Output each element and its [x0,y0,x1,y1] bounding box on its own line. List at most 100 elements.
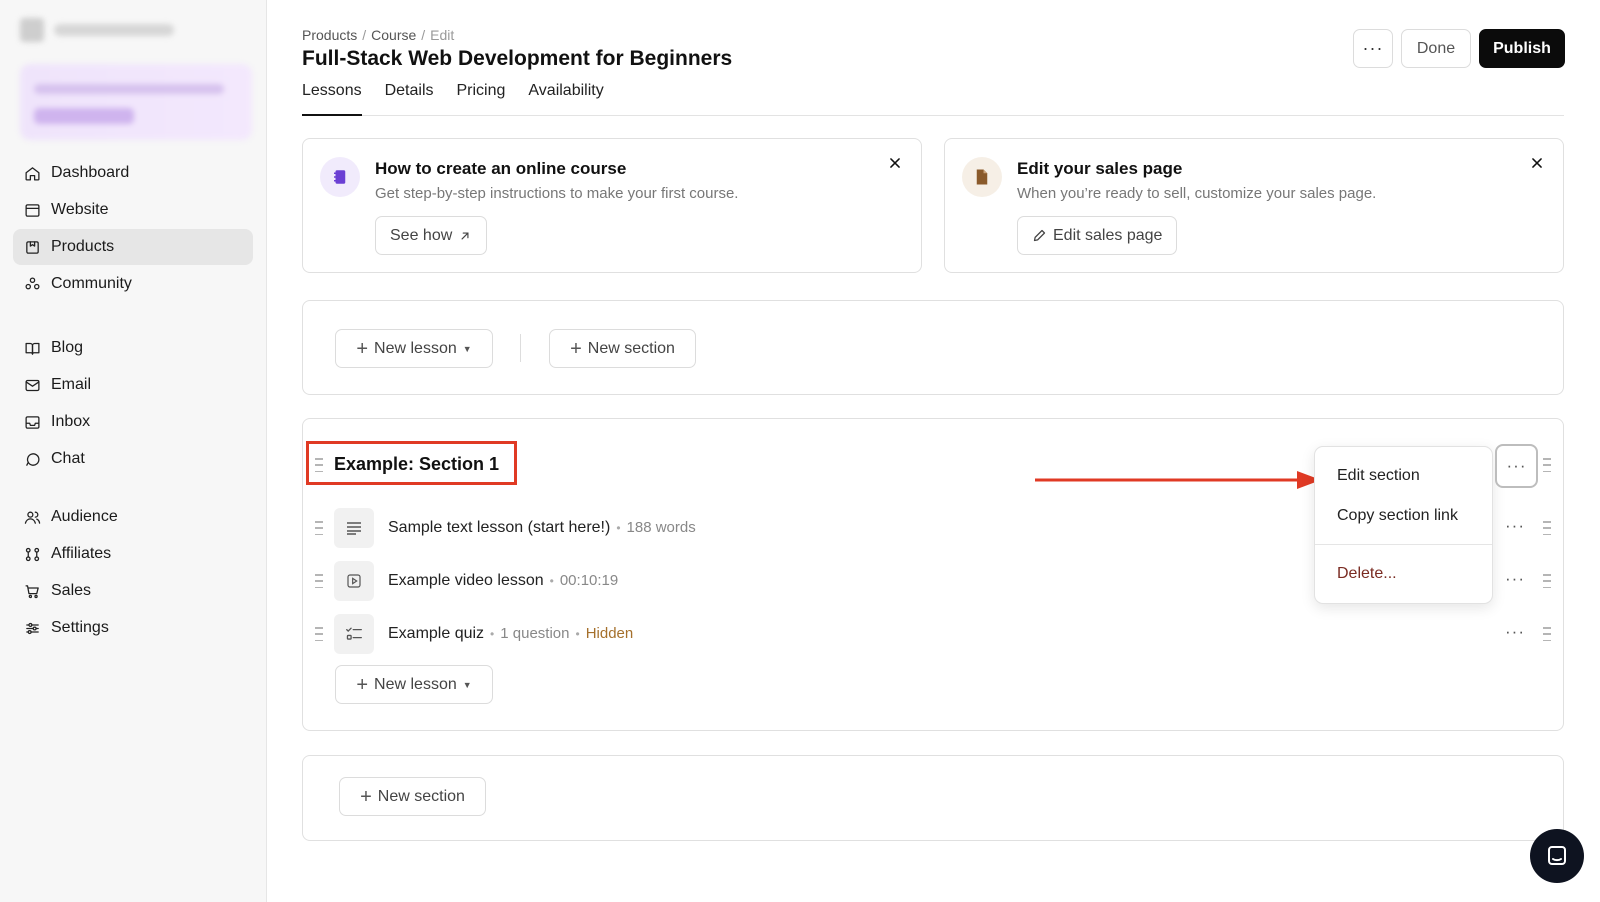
sidebar-item-products[interactable]: Products [13,229,253,265]
row-more-button[interactable]: ··· [1505,569,1525,589]
tab-pricing[interactable]: Pricing [457,80,506,116]
mail-icon [23,376,41,394]
sidebar-item-inbox[interactable]: Inbox [13,404,253,440]
account-switcher-blurred[interactable] [20,18,174,42]
more-options-button[interactable]: ··· [1353,29,1393,68]
lesson-row[interactable]: Example quiz • 1 question • Hidden ··· [303,612,1563,656]
breadcrumb-current: Edit [430,27,455,43]
drag-handle-icon[interactable] [1542,627,1552,641]
promo-banner-blurred[interactable] [20,64,252,140]
tab-availability[interactable]: Availability [528,80,603,116]
section-title: Example: Section 1 [334,454,500,474]
sidebar-item-website[interactable]: Website [13,192,253,228]
sidebar-item-chat[interactable]: Chat [13,441,253,477]
publish-button[interactable]: Publish [1479,29,1565,68]
drag-handle-icon[interactable] [314,458,324,472]
sidebar-item-email[interactable]: Email [13,367,253,403]
lesson-name: Sample text lesson (start here!) [388,519,611,536]
close-icon[interactable] [883,151,907,175]
see-how-label: See how [390,226,453,244]
sidebar-item-label: Settings [51,619,109,636]
breadcrumb-separator: / [362,27,367,43]
chat-bubble-icon [23,450,41,468]
drag-handle-icon[interactable] [1542,521,1552,535]
breadcrumb: Products / Course / Edit [302,27,454,43]
sidebar-nav-primary: Dashboard Website Products Community [13,155,253,302]
edit-sales-page-button[interactable]: Edit sales page [1017,216,1178,255]
plus-icon: + [570,337,582,360]
sidebar-item-blog[interactable]: Blog [13,330,253,366]
hidden-status-tag: Hidden [585,625,634,642]
row-more-button[interactable]: ··· [1505,516,1525,536]
drag-handle-icon[interactable] [314,574,324,588]
breadcrumb-products[interactable]: Products [302,27,357,43]
edit-sales-page-label: Edit sales page [1053,226,1163,244]
menu-item-delete[interactable]: Delete... [1337,565,1397,583]
breadcrumb-course[interactable]: Course [371,27,416,43]
dot-separator: • [549,574,554,588]
plus-icon: + [360,785,372,808]
drag-handle-icon[interactable] [314,627,324,641]
account-logo [20,18,44,42]
see-how-button[interactable]: See how [375,216,488,255]
new-section-button[interactable]: + New section [549,329,696,368]
sidebar-item-label: Blog [51,339,84,356]
text-lines-icon [334,508,374,548]
sidebar-item-settings[interactable]: Settings [13,610,253,646]
pencil-icon [1033,229,1046,242]
new-section-label: New section [377,787,465,805]
sidebar-nav-content: Blog Email Inbox Chat [13,330,253,477]
annotation-arrow [1035,471,1321,489]
new-section-label: New section [587,339,675,357]
page-title: Full-Stack Web Development for Beginners [302,47,733,70]
sidebar: Dashboard Website Products Community Blo… [0,0,267,902]
sliders-icon [23,619,41,637]
tab-lessons[interactable]: Lessons [302,80,362,116]
menu-item-copy-section-link[interactable]: Copy section link [1337,507,1458,525]
new-lesson-label: New lesson [374,339,457,357]
sales-page-card: Edit your sales page When you’re ready t… [944,138,1564,273]
support-chat-launcher[interactable] [1530,829,1584,883]
drag-handle-icon[interactable] [1542,574,1552,588]
section-more-button[interactable]: ··· [1495,444,1538,488]
new-lesson-dropdown-button[interactable]: + New lesson ▼ [335,329,493,368]
tab-details[interactable]: Details [385,80,434,116]
drag-handle-icon[interactable] [1542,458,1552,472]
dot-separator: • [616,521,621,535]
lesson-title-line: Example quiz • 1 question • Hidden [388,625,633,643]
sidebar-item-dashboard[interactable]: Dashboard [13,155,253,191]
browser-icon [23,201,41,219]
row-more-button[interactable]: ··· [1505,622,1525,642]
lesson-actions-card: + New lesson ▼ + New section [302,300,1564,395]
tab-bar: Lessons Details Pricing Availability [302,80,1564,116]
card-title: Edit your sales page [1017,159,1183,178]
header-actions: ··· Done Publish [1353,29,1565,68]
sidebar-item-affiliates[interactable]: Affiliates [13,536,253,572]
account-name-blurred [54,24,174,36]
menu-item-edit-section[interactable]: Edit section [1337,467,1420,485]
new-lesson-label: New lesson [374,675,457,693]
sidebar-item-sales[interactable]: Sales [13,573,253,609]
dot-separator: • [490,627,495,641]
divider [520,334,521,362]
menu-divider [1315,544,1492,545]
drag-handle-icon[interactable] [314,521,324,535]
new-lesson-dropdown-button[interactable]: + New lesson ▼ [335,665,493,704]
promo-button-blurred [34,108,134,124]
lesson-name: Example video lesson [388,572,544,589]
new-section-button[interactable]: + New section [339,777,486,816]
chat-window-icon [1548,846,1566,865]
home-icon [23,164,41,182]
sidebar-item-label: Website [51,201,109,218]
sidebar-nav-business: Audience Affiliates Sales Settings [13,499,253,646]
quiz-icon [334,614,374,654]
lesson-meta: 188 words [626,519,696,536]
plus-icon: + [356,673,369,696]
sidebar-item-label: Email [51,376,92,393]
sidebar-item-audience[interactable]: Audience [13,499,253,535]
dot-separator: • [575,627,580,641]
close-icon[interactable] [1525,151,1549,175]
sidebar-item-community[interactable]: Community [13,266,253,302]
add-section-card: + New section [302,755,1564,841]
done-button[interactable]: Done [1401,29,1471,68]
